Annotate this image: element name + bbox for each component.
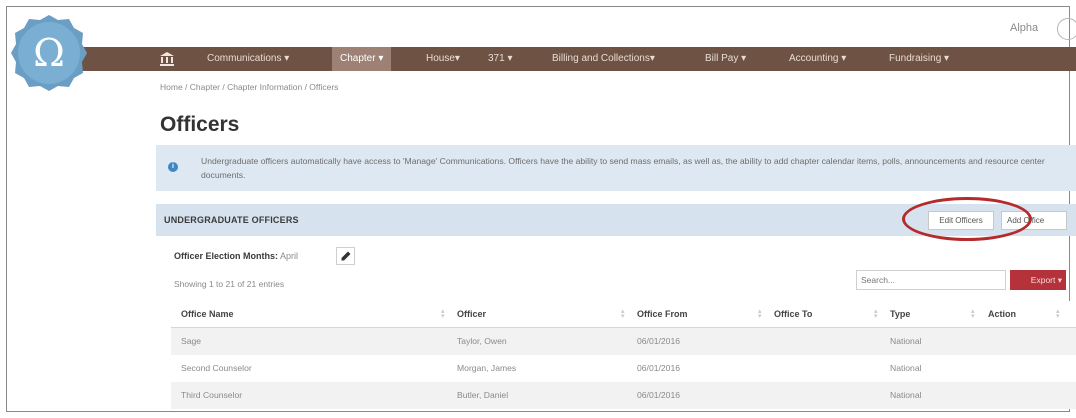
cell-office-name: Third Counselor: [181, 390, 243, 400]
nav-billing-collections[interactable]: Billing and Collections▾: [552, 47, 655, 71]
table-row[interactable]: Third Counselor Butler, Daniel 06/01/201…: [171, 382, 1076, 409]
highlight-ring: [902, 197, 1032, 241]
election-month-value: April: [280, 251, 299, 261]
edit-election-button[interactable]: [336, 247, 355, 265]
breadcrumb[interactable]: Home / Chapter / Chapter Information / O…: [160, 82, 338, 92]
sort-icon[interactable]: ▴ ▾: [758, 308, 764, 320]
cell-type: National: [890, 390, 922, 400]
table-info: Showing 1 to 21 of 21 entries: [174, 279, 285, 289]
nav-house[interactable]: House▾: [426, 47, 460, 71]
col-office-to[interactable]: Office To: [774, 301, 812, 328]
bank-icon[interactable]: [159, 51, 175, 67]
cell-office-from: 06/01/2016: [637, 336, 681, 346]
nav-chapter[interactable]: Chapter ▾: [332, 47, 392, 71]
cell-office-name: Sage: [181, 336, 202, 346]
search-input[interactable]: [856, 270, 1006, 290]
page-title: Officers: [160, 113, 240, 136]
pencil-icon: [341, 251, 351, 261]
info-icon: i: [168, 162, 178, 172]
sort-icon[interactable]: ▴ ▾: [971, 308, 977, 320]
cell-office-name: Second Counselor: [181, 363, 252, 373]
col-officer[interactable]: Officer: [457, 301, 486, 328]
table-row[interactable]: Sage Taylor, Owen 06/01/2016 National: [171, 328, 1076, 355]
col-office-from[interactable]: Office From: [637, 301, 688, 328]
sort-icon[interactable]: ▴ ▾: [874, 308, 880, 320]
nav-communications[interactable]: Communications ▾: [207, 47, 289, 71]
cell-officer: Butler, Daniel: [457, 390, 509, 400]
nav-fundraising[interactable]: Fundraising ▾: [889, 47, 949, 71]
table-row[interactable]: Second Counselor Morgan, James 06/01/201…: [171, 355, 1076, 382]
sort-icon[interactable]: ▴ ▾: [441, 308, 447, 320]
table-header-row: Office Name ▴ ▾ Officer ▴ ▾ Office From ▴ ▾…: [171, 301, 1076, 328]
sort-icon[interactable]: ▴ ▾: [621, 308, 627, 320]
cell-office-from: 06/01/2016: [637, 390, 681, 400]
col-office-name[interactable]: Office Name: [181, 301, 234, 328]
user-name[interactable]: Alpha: [1010, 22, 1038, 34]
col-action[interactable]: Action: [988, 301, 1016, 328]
main-nav: Communications ▾ Chapter ▾ House▾ 371 ▾ …: [67, 47, 1076, 71]
nav-371[interactable]: 371 ▾: [488, 47, 512, 71]
col-type[interactable]: Type: [890, 301, 910, 328]
export-button[interactable]: Export ▾: [1010, 270, 1066, 290]
cell-officer: Morgan, James: [457, 363, 517, 373]
election-label: Officer Election Months:: [174, 251, 279, 261]
alert-text: Undergraduate officers automatically hav…: [201, 156, 1045, 180]
election-months: Officer Election Months: April: [174, 251, 298, 261]
cell-type: National: [890, 336, 922, 346]
user-avatar[interactable]: [1057, 18, 1076, 40]
cell-office-from: 06/01/2016: [637, 363, 681, 373]
cell-type: National: [890, 363, 922, 373]
logo[interactable]: Ω: [10, 14, 88, 92]
sort-icon[interactable]: ▴ ▾: [1056, 308, 1062, 320]
nav-accounting[interactable]: Accounting ▾: [789, 47, 846, 71]
info-alert: i Undergraduate officers automatically h…: [156, 145, 1076, 191]
omega-glyph: Ω: [33, 31, 65, 75]
section-title: UNDERGRADUATE OFFICERS: [164, 215, 299, 225]
cell-officer: Taylor, Owen: [457, 336, 507, 346]
nav-bill-pay[interactable]: Bill Pay ▾: [705, 47, 746, 71]
